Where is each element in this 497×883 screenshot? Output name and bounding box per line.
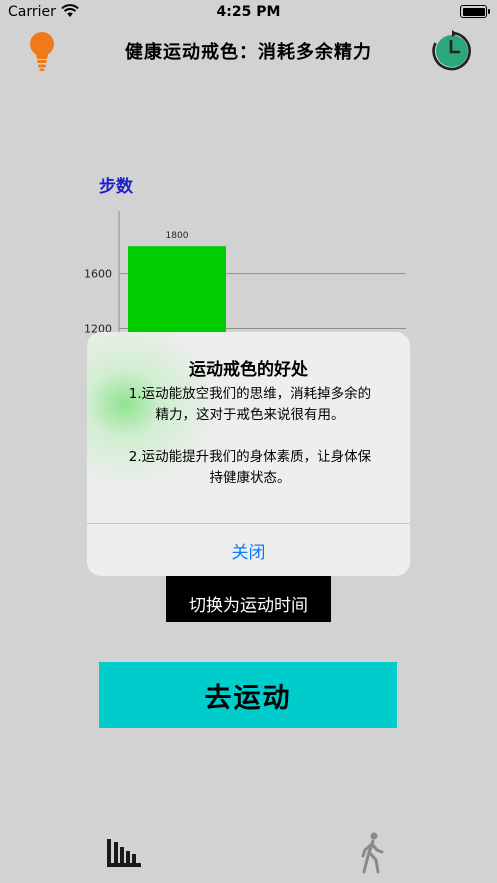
alert-line: 1.运动能放空我们的思维，消耗掉多余的 <box>128 386 372 402</box>
alert-line: 2.运动能提升我们的身体素质，让身体保 <box>128 449 372 465</box>
alert-dialog: 运动戒色的好处 1.运动能放空我们的思维，消耗掉多余的 精力，这对于戒色来说很有… <box>87 332 410 576</box>
alert-title: 运动戒色的好处 <box>189 360 308 380</box>
alert-line: 精力，这对于戒色来说很有用。 <box>155 407 345 423</box>
alert-line: 持健康状态。 <box>209 470 291 486</box>
alert-message: 1.运动能放空我们的思维，消耗掉多余的 精力，这对于戒色来说很有用。 2.运动能… <box>105 384 395 489</box>
close-button-label: 关闭 <box>231 542 266 563</box>
close-button[interactable]: 关闭 <box>87 524 410 576</box>
